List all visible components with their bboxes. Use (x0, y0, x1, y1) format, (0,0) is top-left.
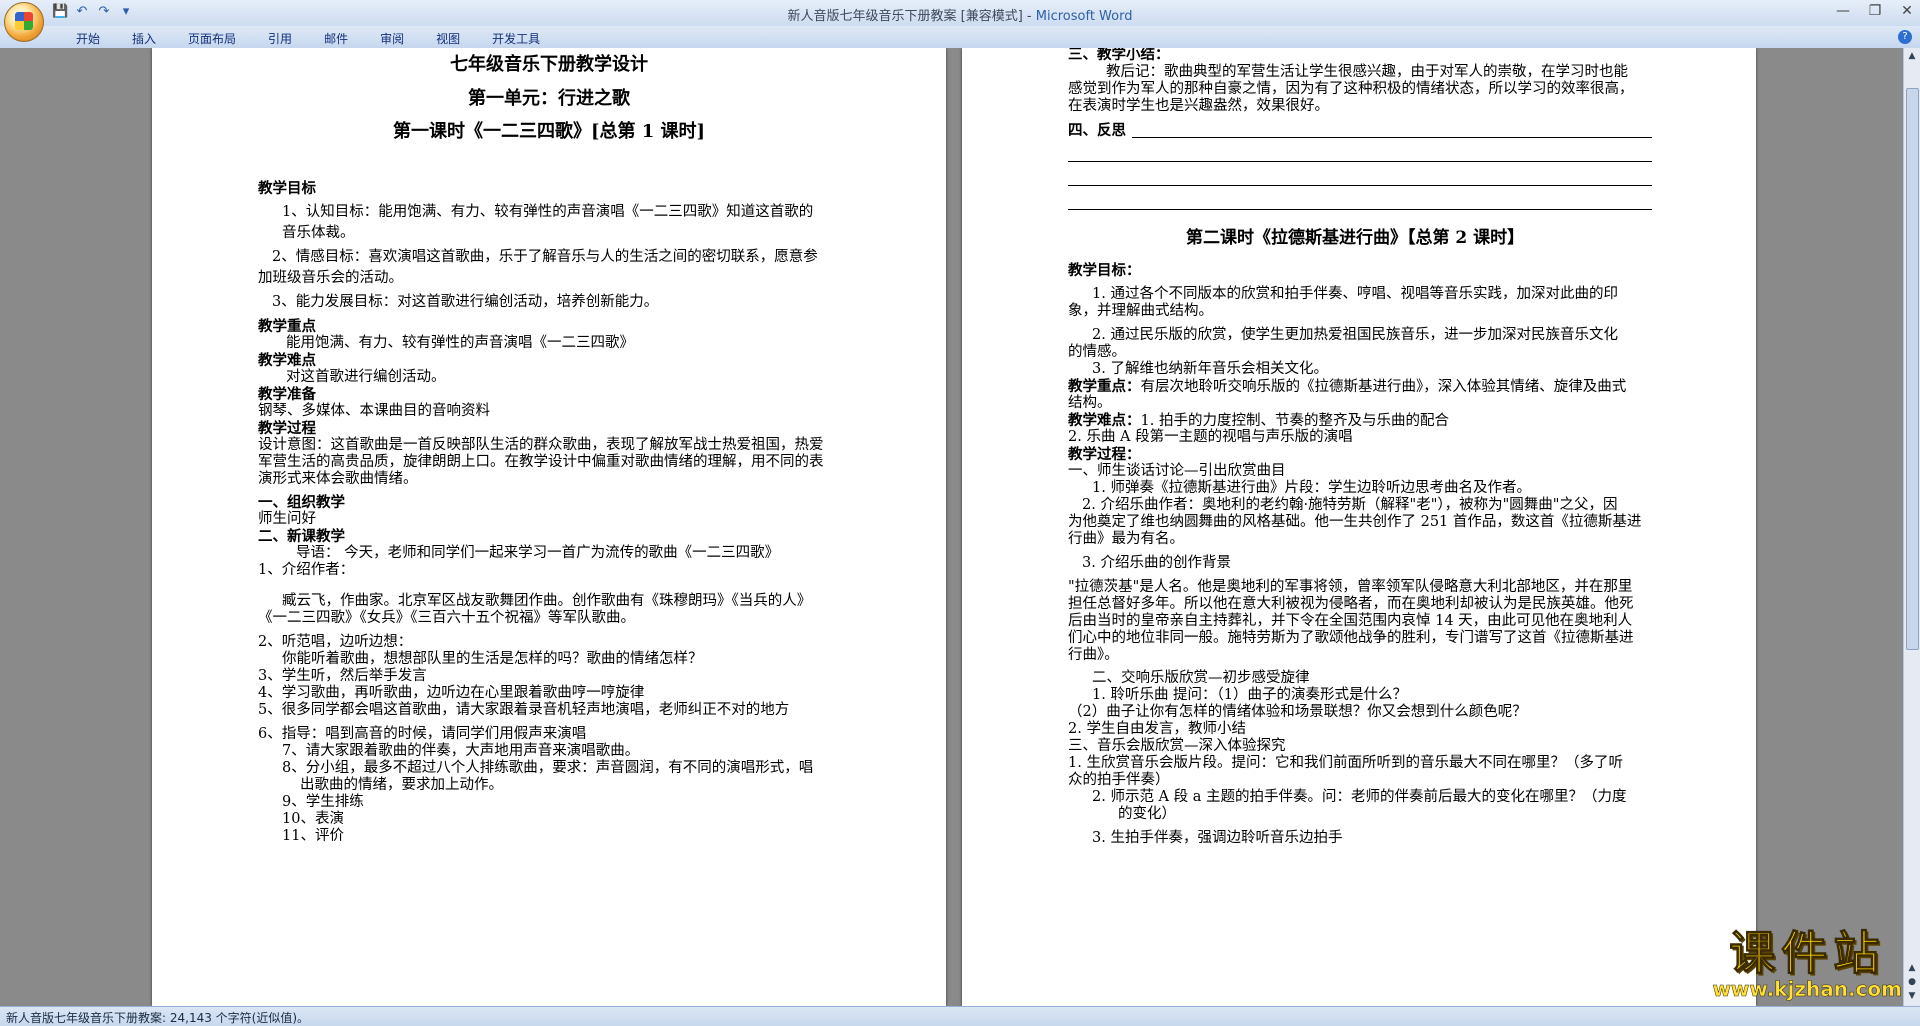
status-bar: 新人音版七年级音乐下册教案: 24,143 个字符(近似值)。 (0, 1006, 1920, 1026)
reflection-line (1132, 137, 1652, 138)
ribbon-tabs: 开始 插入 页面布局 引用 邮件 审阅 视图 开发工具 (60, 30, 556, 47)
section-heading: 教学目标： (1068, 262, 1141, 279)
site-watermark: 课件站 www.kjzhan.com (1712, 926, 1902, 1001)
doc-title: 七年级音乐下册教学设计 (450, 54, 648, 75)
help-icon[interactable]: ? (1898, 30, 1912, 44)
paragraph-line: 1、认知目标：能用饱满、有力、较有弹性的声音演唱《一二三四歌》知道这首歌的 (282, 204, 814, 220)
tab-developer[interactable]: 开发工具 (476, 30, 556, 47)
watermark-title: 课件站 (1729, 926, 1886, 980)
unit-heading: 第一单元：行进之歌 (468, 88, 630, 109)
paragraph-line: 3. 介绍乐曲的创作背景 (1082, 555, 1231, 571)
document-page-right[interactable]: 三、教学小结： 教后记：歌曲典型的军营生活让学生很感兴趣，由于对军人的崇敬，在学… (962, 48, 1756, 1006)
browse-object-icon[interactable]: ● (1906, 976, 1918, 988)
paragraph-line: 3、能力发展目标：对这首歌进行编创活动，培养创新能力。 (272, 294, 659, 310)
restore-icon[interactable]: ❐ (1866, 3, 1884, 19)
minimize-icon[interactable]: — (1834, 3, 1852, 19)
tab-review[interactable]: 审阅 (364, 30, 420, 47)
inline-line: 教学重点：有层次地聆听交响乐版的《拉德斯基进行曲》，深入体验其情绪、旋律及曲式 (1068, 376, 1626, 398)
title-bar: 💾 ↶ ↷ ▾ 新人音版七年级音乐下册教案 [兼容模式] - Microsoft… (0, 0, 1920, 42)
next-page-icon[interactable]: ▼ (1906, 990, 1918, 1002)
scroll-up-icon[interactable]: ▲ (1906, 50, 1918, 62)
inline-text: 有层次地聆听交响乐版的《拉德斯基进行曲》，深入体验其情绪、旋律及曲式 (1140, 379, 1627, 395)
paragraph-line: 《一二三四歌》《女兵》《三百六十五个祝福》等军队歌曲。 (258, 610, 635, 626)
document-page-left[interactable]: 七年级音乐下册教学设计 第一单元：行进之歌 第一课时《一二三四歌》[总第 1 课… (152, 48, 946, 1006)
watermark-url: www.kjzhan.com (1712, 977, 1902, 1001)
tab-page-layout[interactable]: 页面布局 (172, 30, 252, 47)
document-title: 新人音版七年级音乐下册教案 [兼容模式] - (787, 9, 1036, 24)
reflection-line (1068, 185, 1652, 186)
paragraph-line: 1、介绍作者： (258, 562, 355, 578)
paragraph-line: 2. 通过民乐版的欣赏，使学生更加热爱祖国民族音乐，进一步加深对民族音乐文化 (1092, 327, 1618, 343)
paragraph-line: 加班级音乐会的活动。 (258, 270, 403, 286)
prev-page-icon[interactable]: ▲ (1906, 962, 1918, 974)
tab-mailings[interactable]: 邮件 (308, 30, 364, 47)
vertical-scrollbar[interactable]: ▲ ▲ ● ▼ (1903, 48, 1920, 1006)
paragraph-line: 导语： 今天，老师和同学们一起来学习一首广为流传的歌曲《一二三四歌》 (296, 545, 780, 561)
tab-references[interactable]: 引用 (252, 30, 308, 47)
lesson-heading: 第一课时《一二三四歌》[总第 1 课时] (392, 121, 706, 142)
section-heading: 教学目标 (258, 180, 316, 197)
app-name: Microsoft Word (1035, 9, 1133, 24)
window-controls: — ❐ ✕ (1834, 3, 1916, 19)
paragraph-line: 演形式来体会歌曲情绪。 (258, 471, 418, 487)
paragraph-line: 行曲》。 (1068, 647, 1119, 663)
paragraph-line: 5、很多同学都会唱这首歌曲，请大家跟着录音机轻声地演唱，老师纠正不对的地方 (258, 702, 790, 718)
tab-insert[interactable]: 插入 (116, 30, 172, 47)
paragraph-line: 们心中的地位非同一般。施特劳斯为了歌颂他战争的胜利，专门谱写了这首《拉德斯基进 (1068, 630, 1634, 646)
tab-home[interactable]: 开始 (60, 30, 116, 47)
office-logo-icon (15, 12, 33, 30)
document-area[interactable]: 七年级音乐下册教学设计 第一单元：行进之歌 第一课时《一二三四歌》[总第 1 课… (0, 48, 1904, 1006)
paragraph-line: 音乐体裁。 (282, 225, 355, 241)
reflection-line (1068, 161, 1652, 162)
paragraph-line: 象，并理解曲式结构。 (1068, 303, 1213, 319)
paragraph-line: 能用饱满、有力、较有弹性的声音演唱《一二三四歌》 (286, 335, 634, 351)
tab-view[interactable]: 视图 (420, 30, 476, 47)
paragraph-line: 2、情感目标：喜欢演唱这首歌曲，乐于了解音乐与人的生活之间的密切联系，愿意参 (272, 249, 818, 265)
paragraph-line: 在表演时学生也是兴趣盎然，效果很好。 (1068, 98, 1329, 114)
word-count-status[interactable]: 新人音版七年级音乐下册教案: 24,143 个字符(近似值)。 (6, 1009, 309, 1026)
office-button[interactable] (4, 2, 44, 42)
paragraph-line: 的变化） (1118, 806, 1176, 822)
section-heading: 四、反思 (1068, 122, 1126, 139)
reflection-line (1068, 209, 1652, 210)
paragraph-line: 行曲》最为有名。 (1068, 531, 1184, 547)
lesson-heading: 第二课时《拉德斯基进行曲》【总第 2 课时】 (1186, 228, 1525, 248)
paragraph-line: 11、评价 (282, 828, 344, 844)
ribbon: 开始 插入 页面布局 引用 邮件 审阅 视图 开发工具 ? (0, 26, 1920, 49)
close-icon[interactable]: ✕ (1898, 3, 1916, 19)
window-title: 新人音版七年级音乐下册教案 [兼容模式] - Microsoft Word (0, 5, 1920, 24)
scrollbar-thumb[interactable] (1906, 88, 1919, 650)
paragraph-line: 3. 生拍手伴奏，强调边聆听音乐边拍手 (1092, 830, 1343, 846)
